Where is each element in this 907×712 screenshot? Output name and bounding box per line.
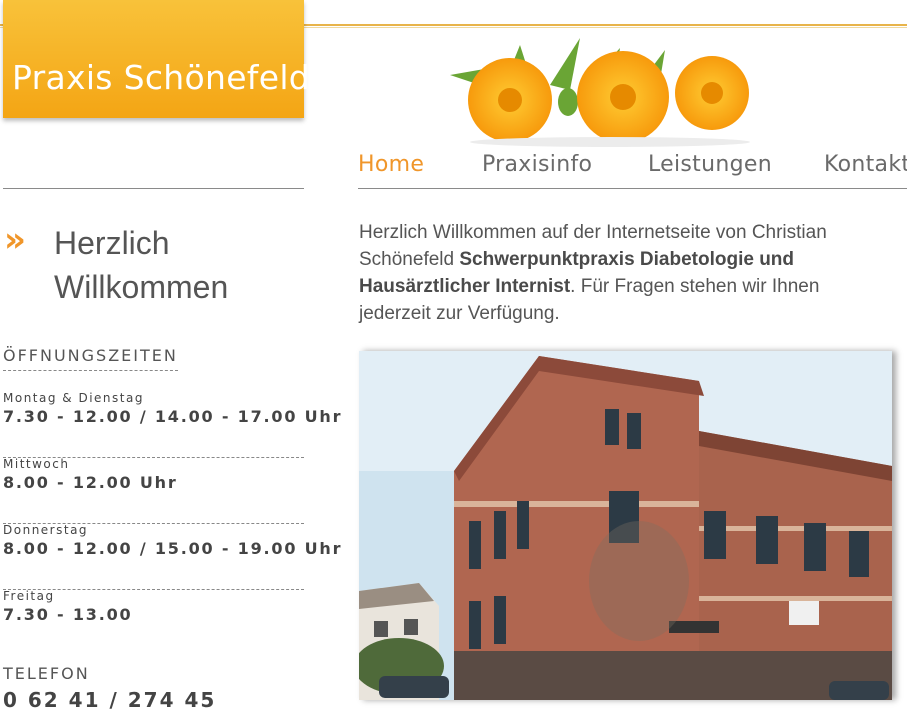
practice-building-photo	[359, 351, 892, 700]
hours-row: Mittwoch 8.00 - 12.00 Uhr	[3, 457, 304, 524]
hours-row: Montag & Dienstag 7.30 - 12.00 / 14.00 -…	[3, 391, 340, 458]
phone-number: 0 62 41 / 274 45	[3, 688, 217, 712]
flower-middle	[577, 51, 669, 143]
logo-text: Praxis Schönefeld	[12, 58, 311, 97]
sidebar-divider	[3, 188, 304, 189]
hours-day: Freitag	[3, 589, 55, 603]
hours-time: 7.30 - 12.00 / 14.00 - 17.00 Uhr	[3, 407, 343, 426]
intro-text: Herzlich Willkommen auf der Internetseit…	[359, 219, 859, 327]
phone-heading: TELEFON	[3, 664, 90, 683]
nav-item-home[interactable]: Home	[358, 152, 424, 177]
hours-time: 8.00 - 12.00 Uhr	[3, 473, 178, 492]
welcome-heading: Herzlich Willkommen	[54, 225, 229, 305]
hours-time: 8.00 - 12.00 / 15.00 - 19.00 Uhr	[3, 539, 343, 558]
flower-left	[468, 58, 552, 142]
nav-item-kontakt[interactable]: Kontakt	[824, 152, 907, 177]
double-chevron-icon: »	[4, 220, 26, 260]
nav-item-praxisinfo[interactable]: Praxisinfo	[482, 152, 592, 177]
hours-day: Donnerstag	[3, 523, 89, 537]
main-navigation: Home Praxisinfo Leistungen Kontakt	[358, 150, 907, 189]
marigold-flowers-image	[450, 38, 750, 147]
tree-right	[589, 521, 689, 641]
hours-row: Freitag 7.30 - 13.00	[3, 589, 304, 655]
opening-hours-heading: ÖFFNUNGSZEITEN	[3, 346, 178, 371]
flower-right	[675, 56, 749, 130]
hours-day: Montag & Dienstag	[3, 391, 144, 405]
nav-item-leistungen[interactable]: Leistungen	[648, 152, 772, 177]
hours-time: 7.30 - 13.00	[3, 605, 133, 624]
logo[interactable]: Praxis Schönefeld	[3, 0, 310, 118]
hours-row: Donnerstag 8.00 - 12.00 / 15.00 - 19.00 …	[3, 523, 340, 590]
hours-day: Mittwoch	[3, 457, 70, 471]
